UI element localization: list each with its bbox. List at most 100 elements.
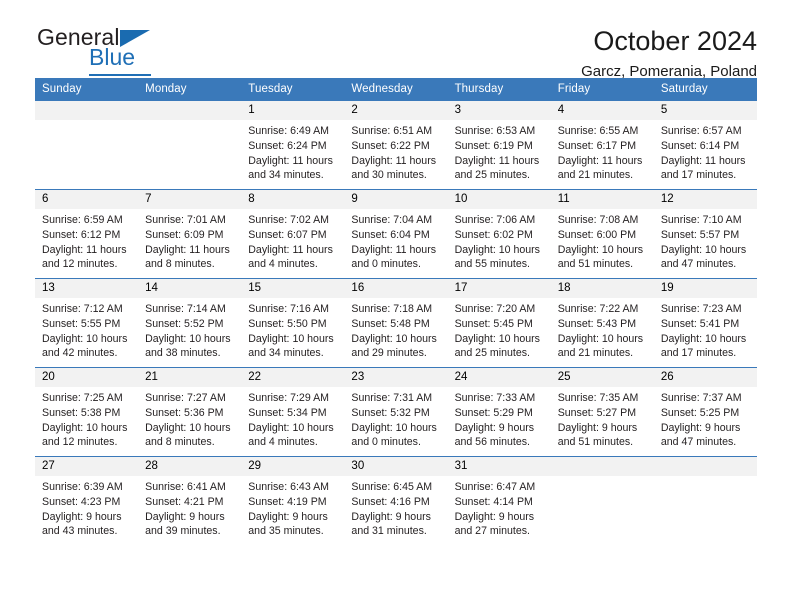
calendar-day-cell[interactable]: 1 Sunrise: 6:49 AM Sunset: 6:24 PM Daylight… [241, 100, 345, 190]
calendar-day-cell[interactable]: 4 Sunrise: 6:55 AM Sunset: 6:17 PM Daylight… [550, 100, 654, 190]
sunset-text: Sunset: 6:09 PM [145, 228, 224, 241]
daylight-text: Daylight: 9 hours and 35 minutes. [248, 510, 328, 538]
day-sun-info: Sunrise: 6:49 AM Sunset: 6:24 PM Daylight:… [241, 120, 344, 183]
calendar-day-cell[interactable]: 21 Sunrise: 7:27 AM Sunset: 5:36 PM Dayligh… [138, 367, 242, 457]
daylight-text: Daylight: 10 hours and 8 minutes. [145, 421, 231, 449]
day-number [550, 457, 654, 476]
daylight-text: Daylight: 11 hours and 25 minutes. [454, 154, 540, 182]
calendar-day-cell[interactable]: 23 Sunrise: 7:31 AM Sunset: 5:32 PM Dayligh… [344, 367, 448, 457]
sunset-text: Sunset: 5:57 PM [660, 228, 740, 241]
calendar-week-row: 6 Sunrise: 6:59 AM Sunset: 6:12 PM Daylight… [35, 189, 757, 279]
sunset-text: Sunset: 5:29 PM [454, 406, 533, 419]
calendar-day-cell[interactable]: 19 Sunrise: 7:23 AM Sunset: 5:41 PM Dayligh… [653, 278, 757, 368]
calendar-day-cell[interactable]: 27 Sunrise: 6:39 AM Sunset: 4:23 PM Dayligh… [35, 456, 139, 546]
day-sun-info: Sunrise: 6:39 AM Sunset: 4:23 PM Daylight:… [35, 476, 138, 539]
day-number: 16 [344, 279, 448, 298]
sunset-text: Sunset: 4:19 PM [248, 495, 327, 508]
day-sun-info: Sunrise: 7:27 AM Sunset: 5:36 PM Daylight:… [138, 387, 241, 450]
daylight-text: Daylight: 9 hours and 56 minutes. [454, 421, 535, 449]
weekday-header-friday: Friday [550, 78, 654, 101]
day-sun-info: Sunrise: 7:23 AM Sunset: 5:41 PM Daylight:… [654, 298, 757, 361]
day-sun-info: Sunrise: 6:43 AM Sunset: 4:19 PM Daylight:… [241, 476, 344, 539]
sunrise-text: Sunrise: 6:55 AM [557, 125, 639, 137]
day-sun-info: Sunrise: 6:47 AM Sunset: 4:14 PM Daylight:… [448, 476, 551, 539]
daylight-text: Daylight: 10 hours and 47 minutes. [660, 243, 747, 271]
brand-name-blue: Blue [89, 44, 136, 70]
day-number: 10 [447, 190, 551, 209]
day-number: 25 [550, 368, 654, 387]
sunrise-text: Sunrise: 7:10 AM [660, 214, 742, 226]
title-block: October 2024 Garcz, Pomerania, Poland [581, 26, 757, 80]
daylight-text: Daylight: 10 hours and 4 minutes. [248, 421, 334, 449]
calendar-day-cell[interactable]: 11 Sunrise: 7:08 AM Sunset: 6:00 PM Dayligh… [550, 189, 654, 279]
daylight-text: Daylight: 10 hours and 51 minutes. [557, 243, 644, 271]
day-number: 6 [35, 190, 139, 209]
day-sun-info: Sunrise: 6:55 AM Sunset: 6:17 PM Daylight:… [551, 120, 654, 183]
day-number: 1 [241, 101, 345, 120]
sunset-text: Sunset: 4:23 PM [42, 495, 121, 508]
day-sun-info: Sunrise: 7:22 AM Sunset: 5:43 PM Daylight:… [551, 298, 654, 361]
calendar-day-cell[interactable]: 10 Sunrise: 7:06 AM Sunset: 6:02 PM Dayligh… [447, 189, 551, 279]
day-number: 5 [653, 101, 757, 120]
sunrise-text: Sunrise: 6:49 AM [248, 125, 329, 137]
day-number: 29 [241, 457, 345, 476]
calendar-day-cell[interactable]: 20 Sunrise: 7:25 AM Sunset: 5:38 PM Dayligh… [35, 367, 139, 457]
daylight-text: Daylight: 10 hours and 34 minutes. [248, 332, 334, 360]
calendar-day-cell-empty [653, 456, 757, 546]
sunset-text: Sunset: 6:14 PM [660, 139, 740, 152]
day-number: 9 [344, 190, 448, 209]
calendar-day-cell[interactable]: 18 Sunrise: 7:22 AM Sunset: 5:43 PM Dayligh… [550, 278, 654, 368]
day-number: 8 [241, 190, 345, 209]
day-sun-info: Sunrise: 7:18 AM Sunset: 5:48 PM Daylight:… [344, 298, 447, 361]
daylight-text: Daylight: 11 hours and 0 minutes. [351, 243, 437, 271]
day-sun-info: Sunrise: 7:14 AM Sunset: 5:52 PM Daylight:… [138, 298, 241, 361]
sunset-text: Sunset: 6:24 PM [248, 139, 327, 152]
calendar-day-cell[interactable]: 14 Sunrise: 7:14 AM Sunset: 5:52 PM Dayligh… [138, 278, 242, 368]
calendar-day-cell[interactable]: 2 Sunrise: 6:51 AM Sunset: 6:22 PM Daylight… [344, 100, 448, 190]
calendar-day-cell[interactable]: 24 Sunrise: 7:33 AM Sunset: 5:29 PM Dayligh… [447, 367, 551, 457]
day-number: 22 [241, 368, 345, 387]
calendar-day-cell[interactable]: 7 Sunrise: 7:01 AM Sunset: 6:09 PM Daylight… [138, 189, 242, 279]
day-sun-info: Sunrise: 7:37 AM Sunset: 5:25 PM Daylight:… [654, 387, 757, 450]
sunset-text: Sunset: 6:02 PM [454, 228, 533, 241]
day-sun-info: Sunrise: 6:41 AM Sunset: 4:21 PM Daylight:… [138, 476, 241, 539]
calendar-day-cell[interactable]: 6 Sunrise: 6:59 AM Sunset: 6:12 PM Daylight… [35, 189, 139, 279]
sunset-text: Sunset: 5:38 PM [42, 406, 121, 419]
calendar-day-cell[interactable]: 16 Sunrise: 7:18 AM Sunset: 5:48 PM Dayligh… [344, 278, 448, 368]
calendar-day-cell[interactable]: 12 Sunrise: 7:10 AM Sunset: 5:57 PM Dayligh… [653, 189, 757, 279]
sunset-text: Sunset: 6:12 PM [42, 228, 121, 241]
calendar-day-cell[interactable]: 31 Sunrise: 6:47 AM Sunset: 4:14 PM Dayligh… [447, 456, 551, 546]
daylight-text: Daylight: 10 hours and 21 minutes. [557, 332, 644, 360]
daylight-text: Daylight: 10 hours and 29 minutes. [351, 332, 437, 360]
weekday-header-sunday: Sunday [35, 78, 139, 101]
brand-logo[interactable]: General Blue [35, 26, 225, 78]
day-sun-info: Sunrise: 6:51 AM Sunset: 6:22 PM Daylight:… [344, 120, 447, 183]
calendar-day-cell[interactable]: 8 Sunrise: 7:02 AM Sunset: 6:07 PM Daylight… [241, 189, 345, 279]
daylight-text: Daylight: 11 hours and 4 minutes. [248, 243, 333, 271]
calendar-day-cell[interactable]: 22 Sunrise: 7:29 AM Sunset: 5:34 PM Dayligh… [241, 367, 345, 457]
brand-underline [89, 74, 151, 76]
calendar-day-cell[interactable]: 25 Sunrise: 7:35 AM Sunset: 5:27 PM Dayligh… [550, 367, 654, 457]
sunrise-text: Sunrise: 7:01 AM [145, 214, 226, 226]
sunset-text: Sunset: 4:21 PM [145, 495, 224, 508]
page-title: October 2024 [593, 26, 757, 56]
calendar-day-cell[interactable]: 9 Sunrise: 7:04 AM Sunset: 6:04 PM Daylight… [344, 189, 448, 279]
calendar-day-cell[interactable]: 13 Sunrise: 7:12 AM Sunset: 5:55 PM Dayligh… [35, 278, 139, 368]
calendar-day-cell[interactable]: 30 Sunrise: 6:45 AM Sunset: 4:16 PM Dayligh… [344, 456, 448, 546]
calendar-day-cell[interactable]: 15 Sunrise: 7:16 AM Sunset: 5:50 PM Dayligh… [241, 278, 345, 368]
day-number: 3 [447, 101, 551, 120]
calendar-day-cell[interactable]: 26 Sunrise: 7:37 AM Sunset: 5:25 PM Dayligh… [653, 367, 757, 457]
sunrise-text: Sunrise: 6:41 AM [145, 481, 226, 493]
day-number: 26 [653, 368, 757, 387]
calendar-day-cell[interactable]: 5 Sunrise: 6:57 AM Sunset: 6:14 PM Daylight… [653, 100, 757, 190]
calendar-day-cell[interactable]: 3 Sunrise: 6:53 AM Sunset: 6:19 PM Daylight… [447, 100, 551, 190]
daylight-text: Daylight: 9 hours and 51 minutes. [557, 421, 638, 449]
day-sun-info: Sunrise: 7:25 AM Sunset: 5:38 PM Daylight:… [35, 387, 138, 450]
calendar-day-cell[interactable]: 29 Sunrise: 6:43 AM Sunset: 4:19 PM Dayligh… [241, 456, 345, 546]
day-number: 18 [550, 279, 654, 298]
page-header: General Blue October 2024 Garcz, Pomeran… [35, 0, 757, 81]
calendar-day-cell[interactable]: 17 Sunrise: 7:20 AM Sunset: 5:45 PM Dayligh… [447, 278, 551, 368]
day-sun-info: Sunrise: 7:02 AM Sunset: 6:07 PM Daylight:… [241, 209, 344, 272]
daylight-text: Daylight: 9 hours and 43 minutes. [42, 510, 122, 538]
calendar-day-cell[interactable]: 28 Sunrise: 6:41 AM Sunset: 4:21 PM Dayligh… [138, 456, 242, 546]
